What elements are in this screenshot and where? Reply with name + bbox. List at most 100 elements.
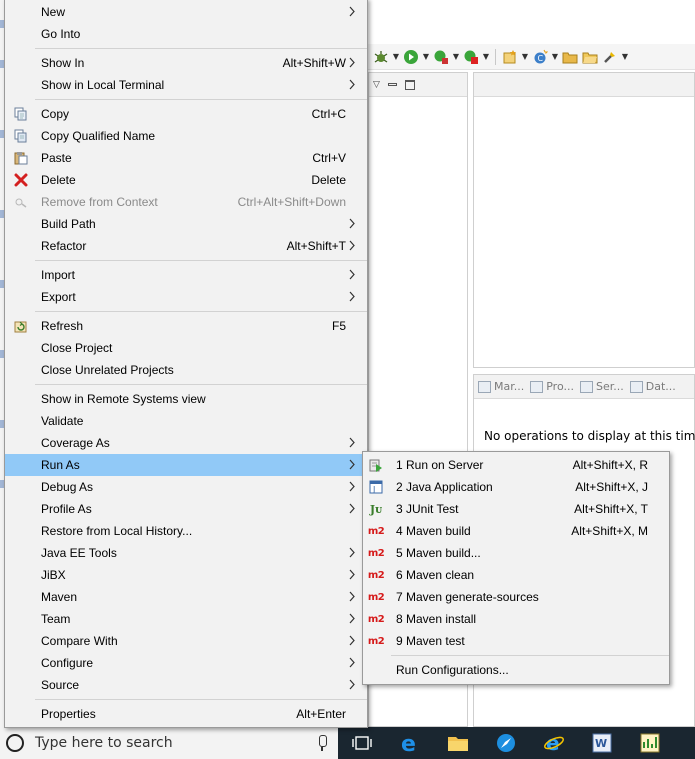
taskbar-search-box[interactable]: Type here to search — [0, 727, 338, 759]
menu-item-go-into[interactable]: Go Into — [5, 23, 367, 45]
submenu-item-junit-test[interactable]: Jᴜ 3 JUnit Test Alt+Shift+X, T — [363, 498, 669, 520]
tab-data-source[interactable]: Dat... — [629, 380, 676, 393]
ide-menubar-area — [368, 0, 695, 44]
submenu-item-java-application[interactable]: J 2 Java Application Alt+Shift+X, J — [363, 476, 669, 498]
submenu-item-run-on-server[interactable]: 1 Run on Server Alt+Shift+X, R — [363, 454, 669, 476]
menu-item-jibx[interactable]: JiBX — [5, 564, 367, 586]
maximize-icon[interactable] — [404, 79, 415, 90]
data-source-icon — [629, 380, 643, 393]
menu-item-import[interactable]: Import — [5, 264, 367, 286]
project-context-menu: New Go Into Show In Alt+Shift+W Show in … — [4, 0, 368, 728]
menu-item-show-in[interactable]: Show In Alt+Shift+W — [5, 52, 367, 74]
chevron-right-icon — [349, 569, 355, 580]
chevron-down-icon[interactable]: ▼ — [621, 48, 629, 66]
submenu-item-maven-build-dialog[interactable]: m2 5 Maven build... — [363, 542, 669, 564]
menu-item-run-as[interactable]: Run As — [5, 454, 367, 476]
submenu-item-maven-generate-sources[interactable]: m2 7 Maven generate-sources — [363, 586, 669, 608]
outline-view — [473, 72, 695, 368]
menu-item-configure[interactable]: Configure — [5, 652, 367, 674]
debug-bug-icon[interactable] — [372, 48, 390, 66]
menu-item-refresh[interactable]: Refresh F5 — [5, 315, 367, 337]
menu-item-close-project[interactable]: Close Project — [5, 337, 367, 359]
app-compass-icon[interactable] — [482, 727, 530, 759]
menu-separator — [35, 311, 367, 312]
properties-icon — [530, 380, 544, 393]
menu-item-refactor[interactable]: Refactor Alt+Shift+T — [5, 235, 367, 257]
menu-item-compare-with[interactable]: Compare With — [5, 630, 367, 652]
menu-item-build-path[interactable]: Build Path — [5, 213, 367, 235]
open-type-folder-icon[interactable] — [561, 48, 579, 66]
submenu-item-maven-test[interactable]: m2 9 Maven test — [363, 630, 669, 652]
submenu-item-maven-clean[interactable]: m2 6 Maven clean — [363, 564, 669, 586]
chevron-down-icon[interactable]: ▼ — [452, 48, 460, 66]
menu-item-team[interactable]: Team — [5, 608, 367, 630]
run-icon[interactable] — [402, 48, 420, 66]
chevron-right-icon — [349, 591, 355, 602]
minimize-icon[interactable] — [387, 83, 397, 86]
menu-item-delete[interactable]: Delete Delete — [5, 169, 367, 191]
chevron-right-icon — [349, 459, 355, 470]
menu-item-close-unrelated-projects[interactable]: Close Unrelated Projects — [5, 359, 367, 381]
chevron-down-icon[interactable]: ▼ — [551, 48, 559, 66]
view-menu-chevron-icon[interactable]: ▽ — [373, 80, 380, 90]
menu-item-export[interactable]: Export — [5, 286, 367, 308]
java-application-icon: J — [368, 480, 384, 494]
menu-separator — [35, 384, 367, 385]
chevron-right-icon — [349, 635, 355, 646]
microphone-icon[interactable] — [316, 735, 328, 751]
chevron-right-icon — [349, 437, 355, 448]
windows-taskbar: Type here to search e e W — [0, 727, 695, 759]
delete-red-x-icon — [14, 173, 28, 187]
run-as-submenu: 1 Run on Server Alt+Shift+X, R J 2 Java … — [362, 451, 670, 685]
menu-separator — [35, 99, 367, 100]
menu-item-restore-local-history[interactable]: Restore from Local History... — [5, 520, 367, 542]
chevron-down-icon[interactable]: ▼ — [392, 48, 400, 66]
cortana-circle-icon[interactable] — [6, 734, 24, 752]
menu-separator — [35, 48, 367, 49]
new-project-icon[interactable] — [501, 48, 519, 66]
menu-item-maven[interactable]: Maven — [5, 586, 367, 608]
tab-servers[interactable]: Ser... — [579, 380, 624, 393]
internet-explorer-icon[interactable]: e — [530, 727, 578, 759]
file-explorer-icon[interactable] — [434, 727, 482, 759]
menu-item-copy[interactable]: Copy Ctrl+C — [5, 103, 367, 125]
remove-from-context-icon — [14, 195, 28, 209]
search-input[interactable]: Type here to search — [35, 735, 316, 751]
submenu-item-maven-install[interactable]: m2 8 Maven install — [363, 608, 669, 630]
menu-item-java-ee-tools[interactable]: Java EE Tools — [5, 542, 367, 564]
tab-markers[interactable]: Mar... — [478, 380, 524, 393]
menu-item-new[interactable]: New — [5, 1, 367, 23]
tab-properties[interactable]: Pro... — [530, 380, 574, 393]
open-folder-icon[interactable] — [581, 48, 599, 66]
run-coverage-icon[interactable] — [432, 48, 450, 66]
menu-item-validate[interactable]: Validate — [5, 410, 367, 432]
menu-item-profile-as[interactable]: Profile As — [5, 498, 367, 520]
task-view-icon[interactable] — [338, 727, 386, 759]
menu-separator — [391, 655, 669, 656]
menu-item-show-in-local-terminal[interactable]: Show in Local Terminal — [5, 74, 367, 96]
view-tab-bar: Mar... Pro... Ser... Dat... — [474, 375, 694, 399]
search-flashlight-icon[interactable] — [601, 48, 619, 66]
chevron-down-icon[interactable]: ▼ — [482, 48, 490, 66]
new-class-icon[interactable]: C — [531, 48, 549, 66]
menu-item-paste[interactable]: Paste Ctrl+V — [5, 147, 367, 169]
menu-item-source[interactable]: Source — [5, 674, 367, 696]
menu-item-coverage-as[interactable]: Coverage As — [5, 432, 367, 454]
submenu-item-run-configurations[interactable]: Run Configurations... — [363, 659, 669, 681]
menu-item-properties[interactable]: Properties Alt+Enter — [5, 703, 367, 725]
external-tools-icon[interactable] — [462, 48, 480, 66]
menu-item-debug-as[interactable]: Debug As — [5, 476, 367, 498]
chart-app-icon[interactable] — [626, 727, 674, 759]
chevron-down-icon[interactable]: ▼ — [422, 48, 430, 66]
chevron-down-icon[interactable]: ▼ — [521, 48, 529, 66]
ide-toolbar: ▼ ▼ ▼ ▼ ▼ C ▼ ▼ — [368, 44, 695, 70]
chevron-right-icon — [349, 657, 355, 668]
word-document-icon[interactable]: W — [578, 727, 626, 759]
menu-item-show-in-remote-systems[interactable]: Show in Remote Systems view — [5, 388, 367, 410]
chevron-right-icon — [349, 503, 355, 514]
chevron-right-icon — [349, 57, 355, 68]
edge-browser-icon[interactable]: e — [386, 727, 434, 759]
submenu-item-maven-build[interactable]: m2 4 Maven build Alt+Shift+X, M — [363, 520, 669, 542]
maven-m2-icon: m2 — [367, 613, 385, 625]
menu-item-copy-qualified-name[interactable]: Copy Qualified Name — [5, 125, 367, 147]
